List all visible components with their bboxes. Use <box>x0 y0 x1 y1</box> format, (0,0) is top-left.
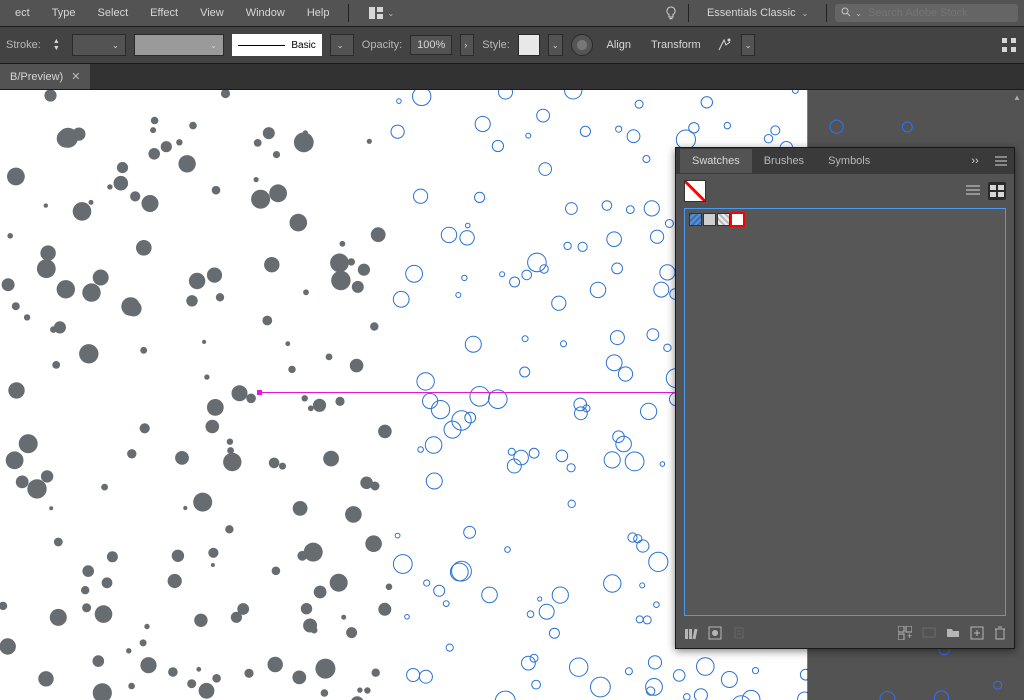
transform-button[interactable]: Transform <box>645 35 707 55</box>
collapse-panel-button[interactable]: ›› <box>966 152 984 170</box>
search-adobe-stock[interactable]: ⌄ <box>835 4 1018 22</box>
close-tab-button[interactable]: ✕ <box>71 70 80 83</box>
divider <box>826 4 827 22</box>
new-folder-group-button[interactable] <box>922 626 936 643</box>
menu-effect[interactable]: Effect <box>141 3 187 23</box>
show-swatch-kinds-button[interactable] <box>708 626 722 643</box>
chevron-right-icon: › <box>464 40 467 50</box>
swatch-grid[interactable] <box>684 208 1006 616</box>
swatch-row <box>689 213 1001 226</box>
align-button[interactable]: Align <box>601 35 637 55</box>
chevron-down-icon: ⌄ <box>387 9 394 18</box>
chevron-down-icon: ⌄ <box>112 41 119 50</box>
swatches-panel: Swatches Brushes Symbols ›› <box>675 147 1015 649</box>
menu-object[interactable]: ect <box>6 3 39 23</box>
recolor-artwork-button[interactable] <box>571 34 593 56</box>
scroll-up-icon[interactable]: ▲ <box>1012 92 1022 102</box>
tab-brushes[interactable]: Brushes <box>752 149 816 173</box>
brush-label: Basic <box>291 40 315 51</box>
swatch-thumb[interactable] <box>703 213 716 226</box>
delete-swatch-button[interactable] <box>994 626 1006 643</box>
anchor-point[interactable] <box>257 390 262 395</box>
graphic-style-swatch[interactable] <box>518 34 540 56</box>
menu-select[interactable]: Select <box>89 3 138 23</box>
swatch-thumb[interactable] <box>689 213 702 226</box>
new-swatch-button[interactable] <box>970 626 984 643</box>
new-color-group-button[interactable]: + <box>898 626 912 643</box>
search-icon <box>841 7 851 20</box>
swatch-libraries-button[interactable] <box>684 626 698 643</box>
brush-definition-caret[interactable]: ⌄ <box>330 34 354 56</box>
document-tab-label: B/Preview) <box>10 71 63 83</box>
svg-text:+: + <box>907 631 912 640</box>
tab-swatches[interactable]: Swatches <box>680 149 752 173</box>
chevron-down-icon: ⌄ <box>802 9 809 18</box>
document-tab-bar: B/Preview) ✕ <box>0 64 1024 90</box>
swatches-header <box>676 174 1014 208</box>
selection-path[interactable] <box>260 392 690 393</box>
search-input[interactable] <box>866 6 1012 20</box>
workspace-label: Essentials Classic <box>707 7 796 19</box>
swatch-options-button[interactable] <box>732 626 746 643</box>
isolate-object-button[interactable] <box>715 36 733 54</box>
menu-type[interactable]: Type <box>43 3 85 23</box>
opacity-label: Opacity: <box>362 39 402 51</box>
menu-view[interactable]: View <box>191 3 233 23</box>
stroke-weight-dropdown[interactable]: ⌄ <box>72 34 126 56</box>
opacity-caret[interactable]: › <box>460 34 474 56</box>
variable-width-profile-dropdown[interactable]: ⌄ <box>134 34 224 56</box>
style-label: Style: <box>482 39 510 51</box>
stroke-label: Stroke: <box>6 39 41 51</box>
control-bar-collapse-button[interactable] <box>1000 36 1018 54</box>
control-bar: Stroke: ▲▼ ⌄ ⌄ Basic ⌄ Opacity: 100% › S… <box>0 26 1024 64</box>
menu-bar: ect Type Select Effect View Window Help … <box>0 0 1024 26</box>
graphic-style-caret[interactable]: ⌄ <box>548 34 563 56</box>
stroke-weight-stepper[interactable]: ▲▼ <box>49 38 64 52</box>
folder-button[interactable] <box>946 626 960 643</box>
tab-symbols[interactable]: Symbols <box>816 149 882 173</box>
panel-menu-button[interactable] <box>992 152 1010 170</box>
chevron-down-icon: ⌄ <box>337 41 344 50</box>
arrange-grid-icon <box>369 7 383 19</box>
swatch-thumb[interactable] <box>731 213 744 226</box>
chevron-down-icon: ⌄ <box>855 9 862 18</box>
divider <box>688 4 689 22</box>
thumbnail-view-button[interactable] <box>988 182 1006 200</box>
brush-definition-dropdown[interactable]: Basic <box>232 34 322 56</box>
menu-help[interactable]: Help <box>298 3 339 23</box>
lightbulb-icon[interactable] <box>662 4 680 22</box>
chevron-down-icon: ⌄ <box>745 41 752 50</box>
swatch-thumb[interactable] <box>717 213 730 226</box>
arrange-documents-button[interactable]: ⌄ <box>369 7 394 19</box>
chevron-down-icon: ⌄ <box>552 41 559 50</box>
menu-window[interactable]: Window <box>237 3 294 23</box>
workspace-switcher[interactable]: Essentials Classic ⌄ <box>697 5 818 21</box>
divider <box>348 4 349 22</box>
opacity-value[interactable]: 100% <box>410 35 452 55</box>
chevron-down-icon: ⌄ <box>210 41 217 50</box>
document-tab[interactable]: B/Preview) ✕ <box>0 64 90 89</box>
swatches-footer: + <box>676 620 1014 648</box>
isolate-caret[interactable]: ⌄ <box>741 34 756 56</box>
none-swatch[interactable] <box>684 180 706 202</box>
stroke-preview-line <box>238 45 286 46</box>
panel-tab-strip: Swatches Brushes Symbols ›› <box>676 148 1014 174</box>
list-view-button[interactable] <box>964 182 982 200</box>
